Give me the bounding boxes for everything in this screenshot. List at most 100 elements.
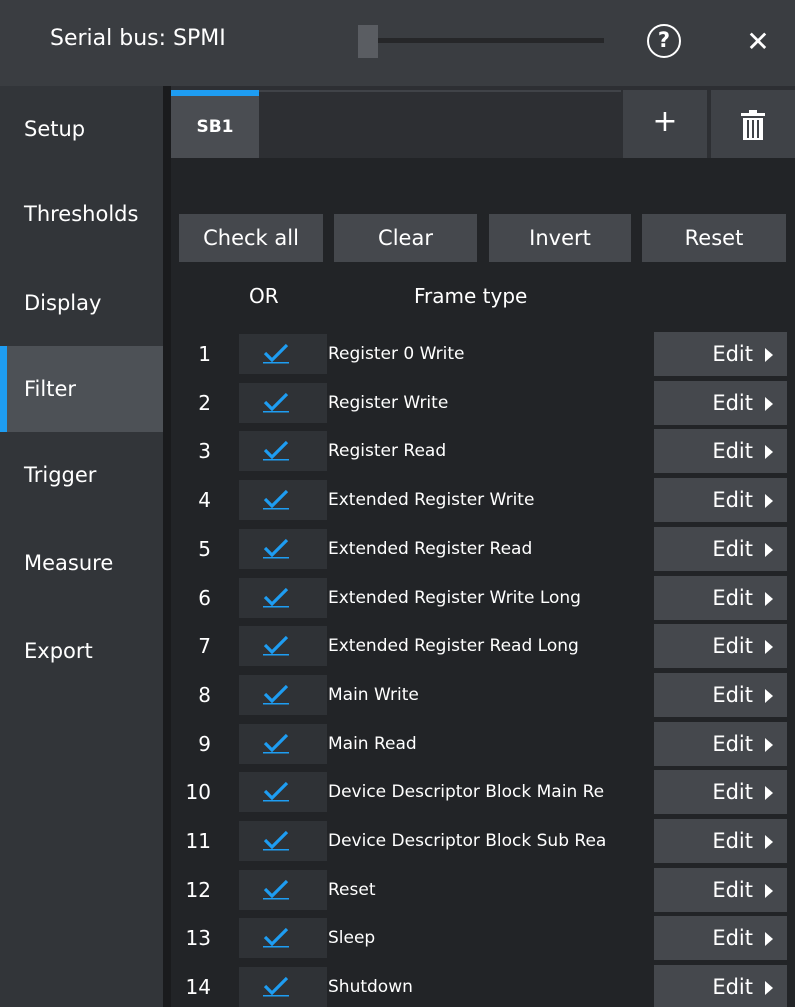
table-row: 5 Extended Register Read Edit: [171, 526, 795, 572]
edit-button[interactable]: Edit: [654, 819, 787, 863]
row-number: 7: [198, 634, 211, 659]
frame-type-label: Extended Register Read Long: [328, 636, 579, 657]
checkmark-icon: [263, 782, 289, 802]
arrow-right-icon: [765, 981, 773, 996]
row-number: 3: [198, 439, 211, 464]
edit-button[interactable]: Edit: [654, 770, 787, 815]
table-row: 3 Register Read Edit: [171, 428, 795, 474]
help-icon[interactable]: ?: [647, 24, 681, 58]
row-number: 12: [185, 877, 211, 902]
clear-button[interactable]: Clear: [334, 214, 477, 262]
arrow-right-icon: [765, 883, 773, 898]
row-number: 1: [198, 342, 211, 366]
or-checkbox[interactable]: [239, 431, 327, 472]
edit-button[interactable]: Edit: [654, 916, 787, 961]
sidebar-item-export[interactable]: Export: [0, 608, 163, 694]
sidebar-divider: [163, 86, 171, 1007]
or-checkbox[interactable]: [239, 869, 327, 910]
edit-button-label: Edit: [712, 731, 753, 756]
edit-button-label: Edit: [712, 780, 753, 805]
tab-sb1[interactable]: SB1: [171, 90, 259, 158]
row-number: 9: [198, 731, 211, 756]
edit-button[interactable]: Edit: [654, 575, 787, 620]
edit-button[interactable]: Edit: [654, 332, 787, 376]
edit-button[interactable]: Edit: [654, 624, 787, 669]
frame-type-label: Extended Register Write: [328, 490, 535, 511]
sidebar-item-filter[interactable]: Filter: [0, 346, 163, 432]
frame-type-label: Main Read: [328, 733, 417, 754]
edit-button[interactable]: Edit: [654, 672, 787, 717]
arrow-right-icon: [765, 932, 773, 947]
table-row: 10 Device Descriptor Block Main Re Edit: [171, 769, 795, 815]
edit-button-label: Edit: [712, 634, 753, 659]
table-row: 6 Extended Register Write Long Edit: [171, 575, 795, 621]
checkmark-icon: [263, 489, 289, 510]
checkmark-icon: [263, 879, 289, 900]
or-checkbox[interactable]: [239, 772, 327, 813]
or-checkbox[interactable]: [239, 480, 327, 521]
checkmark-icon: [263, 733, 289, 754]
edit-button-label: Edit: [712, 536, 753, 561]
or-checkbox[interactable]: [239, 577, 327, 618]
or-checkbox[interactable]: [239, 626, 327, 667]
edit-button[interactable]: Edit: [654, 380, 787, 425]
arrow-right-icon: [765, 494, 773, 509]
edit-button-label: Edit: [712, 342, 753, 366]
frame-type-label: Main Write: [328, 684, 419, 705]
table-row: 9 Main Read Edit: [171, 721, 795, 767]
frame-type-label: Register 0 Write: [328, 344, 465, 364]
row-number: 14: [185, 975, 211, 1000]
sidebar-item-thresholds[interactable]: Thresholds: [0, 172, 163, 258]
or-checkbox[interactable]: [239, 382, 327, 423]
sidebar-item-setup[interactable]: Setup: [0, 86, 163, 172]
sidebar-item-trigger[interactable]: Trigger: [0, 432, 163, 518]
tab-bar-empty: [259, 90, 621, 158]
edit-button[interactable]: Edit: [654, 965, 787, 1007]
frame-type-label: Extended Register Write Long: [328, 587, 581, 608]
edit-button-label: Edit: [712, 829, 753, 853]
frame-type-label: Device Descriptor Block Sub Rea: [328, 831, 607, 851]
table-row: 7 Extended Register Read Long Edit: [171, 623, 795, 669]
or-checkbox[interactable]: [239, 723, 327, 764]
edit-button[interactable]: Edit: [654, 429, 787, 474]
or-column-header: OR: [249, 284, 279, 308]
or-checkbox[interactable]: [239, 528, 327, 569]
checkmark-icon: [263, 636, 289, 656]
tab-sb1-label: SB1: [196, 117, 234, 137]
sidebar-item-display[interactable]: Display: [0, 260, 163, 346]
edit-button-label: Edit: [712, 877, 753, 902]
edit-button[interactable]: Edit: [654, 478, 787, 523]
delete-bus-button[interactable]: [711, 90, 795, 158]
edit-button-label: Edit: [712, 390, 753, 415]
edit-button[interactable]: Edit: [654, 867, 787, 912]
invert-button[interactable]: Invert: [489, 214, 631, 262]
or-checkbox[interactable]: [239, 821, 327, 861]
frame-type-column-header: Frame type: [414, 284, 528, 308]
table-row: 13 Sleep Edit: [171, 915, 795, 961]
row-number: 10: [185, 780, 211, 805]
frame-type-label: Extended Register Read: [328, 538, 533, 559]
or-checkbox[interactable]: [239, 674, 327, 715]
reset-button[interactable]: Reset: [642, 214, 786, 262]
close-icon[interactable]: ✕: [738, 20, 778, 64]
filter-panel: SB1 + Check all Clear Invert Reset OR Fr…: [171, 86, 795, 1007]
row-number: 2: [198, 390, 211, 415]
frame-type-label: Shutdown: [328, 977, 413, 998]
frame-type-label: Register Write: [328, 392, 449, 413]
edit-button[interactable]: Edit: [654, 526, 787, 571]
opacity-slider-handle[interactable]: [358, 25, 378, 58]
checkmark-icon: [263, 976, 289, 997]
checkmark-icon: [263, 441, 289, 461]
or-checkbox[interactable]: [239, 967, 327, 1007]
edit-button[interactable]: Edit: [654, 721, 787, 766]
or-checkbox[interactable]: [239, 334, 327, 374]
add-bus-button[interactable]: +: [623, 90, 707, 158]
check-all-button[interactable]: Check all: [179, 214, 323, 262]
edit-button-label: Edit: [712, 926, 753, 951]
arrow-right-icon: [765, 396, 773, 411]
sidebar-item-measure[interactable]: Measure: [0, 520, 163, 606]
table-row: 2 Register Write Edit: [171, 380, 795, 426]
checkmark-icon: [263, 684, 289, 705]
or-checkbox[interactable]: [239, 918, 327, 959]
opacity-slider-track[interactable]: [358, 38, 604, 43]
